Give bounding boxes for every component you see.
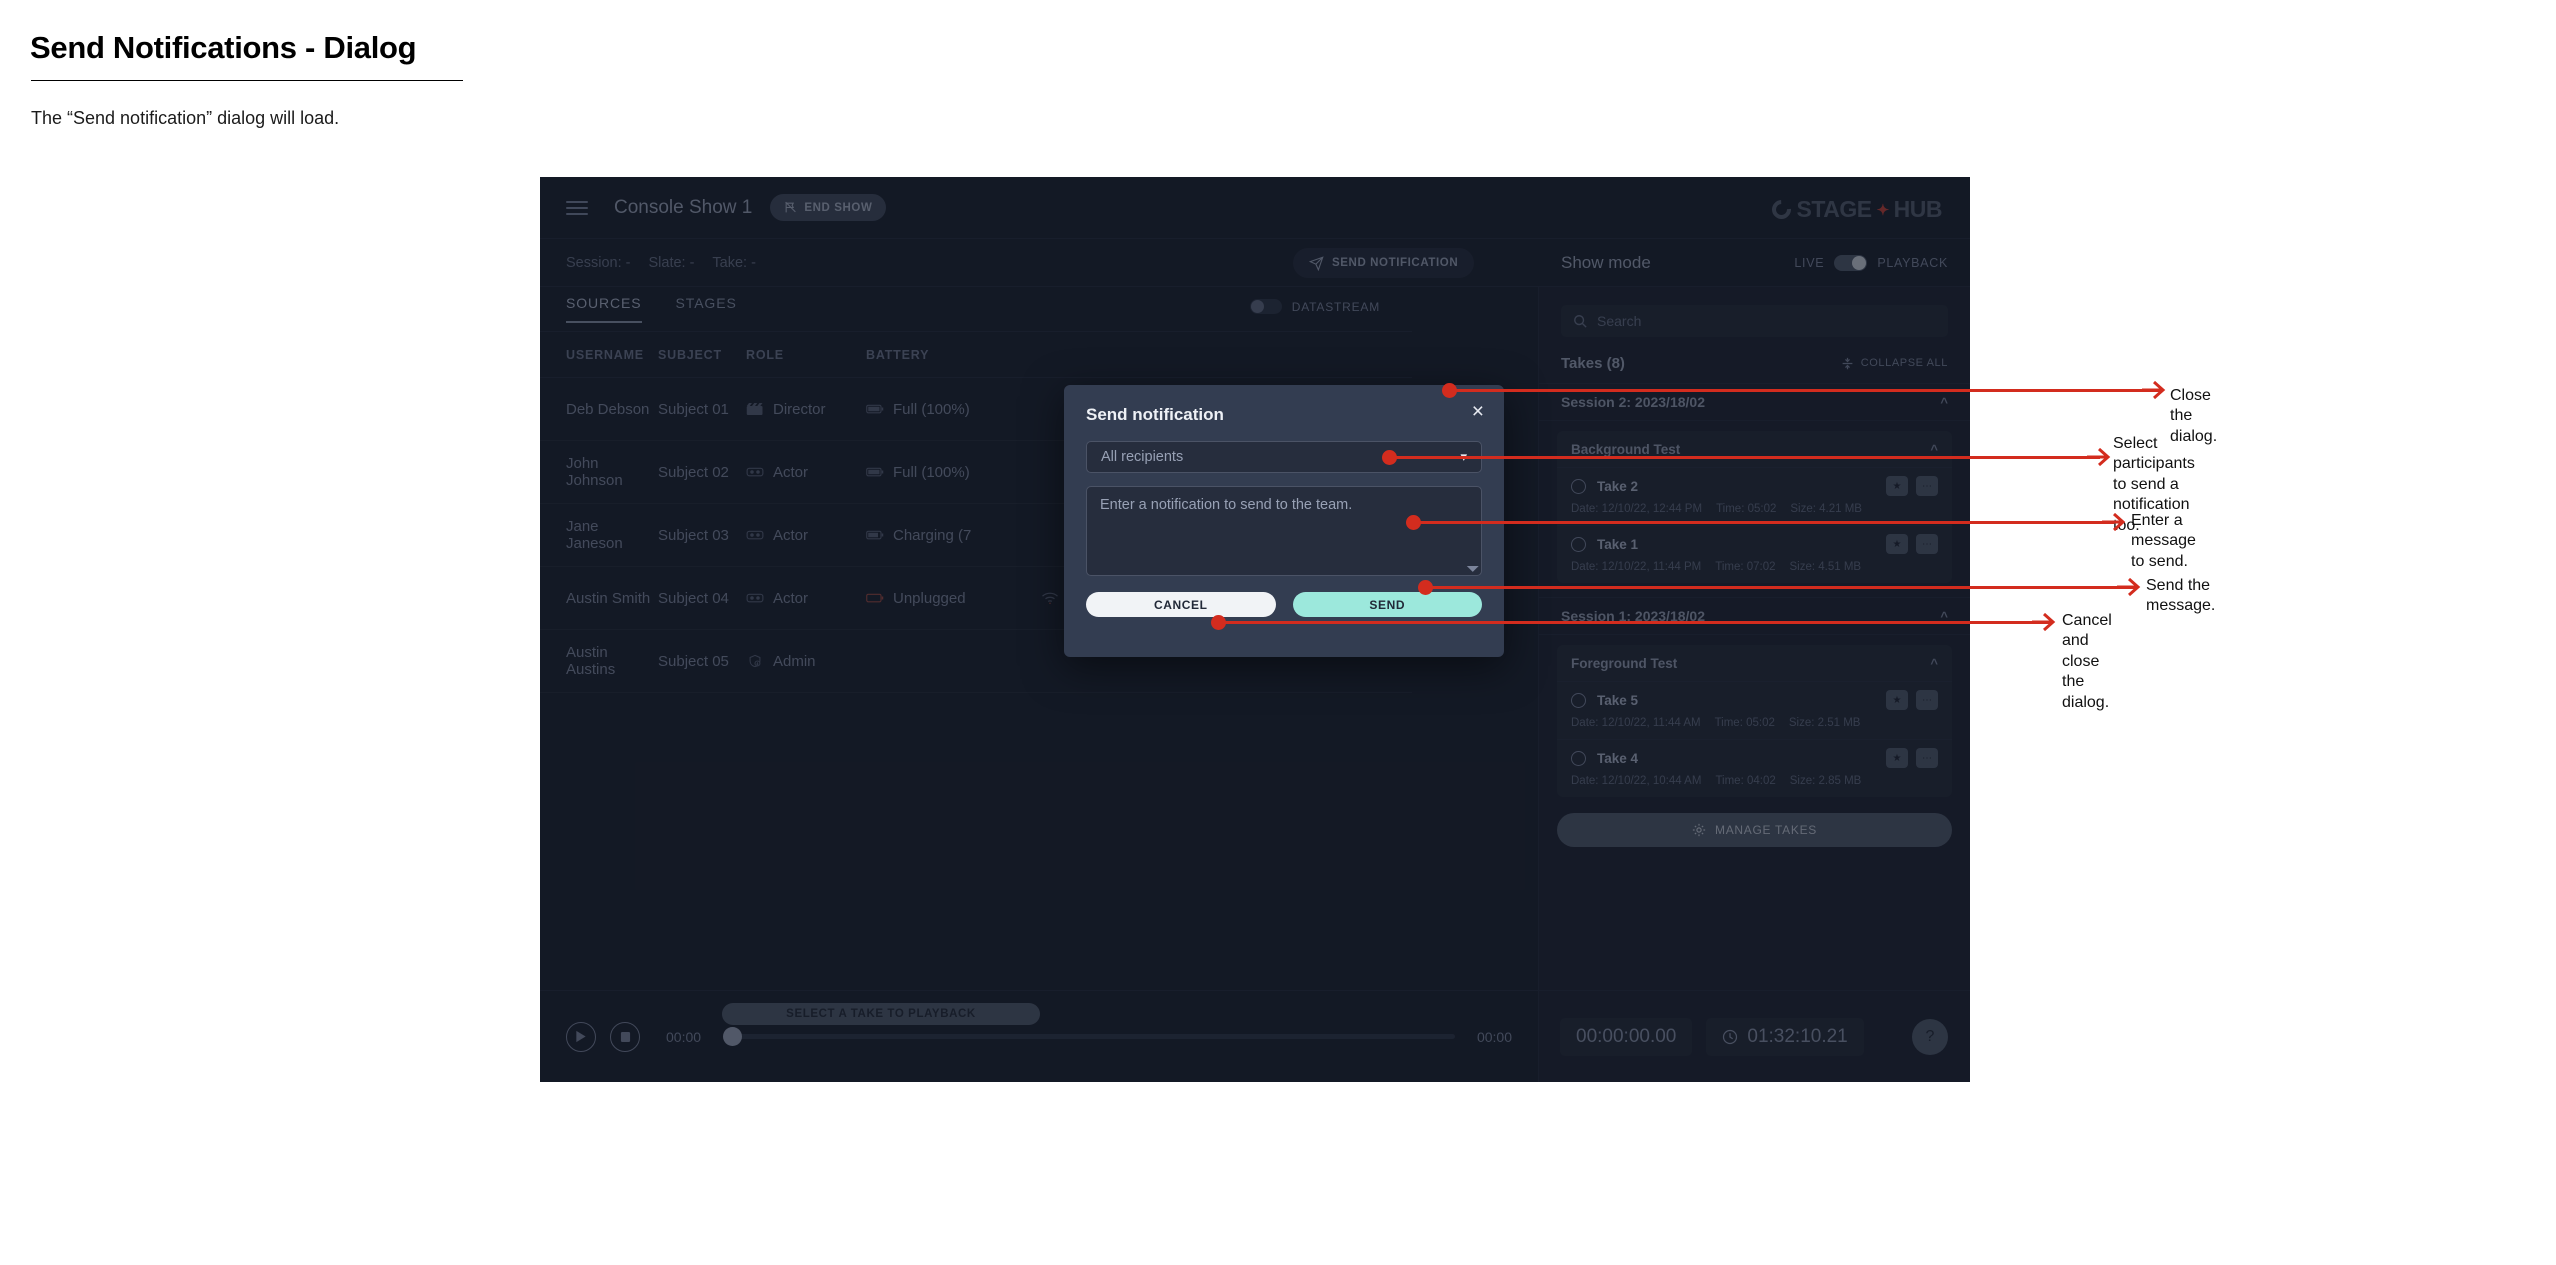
app-screenshot: Console Show 1 END SHOW STAGE ✦ HUB Sess… [540, 177, 1970, 1082]
title-divider [31, 80, 463, 81]
recipients-value: All recipients [1101, 449, 1184, 465]
message-input[interactable]: Enter a notification to send to the team… [1086, 486, 1482, 576]
page-title: Send Notifications - Dialog [30, 30, 417, 65]
annotation-line [1426, 586, 2136, 589]
annotation-arrow-icon [2142, 380, 2166, 400]
annotation-line [1414, 521, 2114, 524]
send-button[interactable]: SEND [1292, 592, 1482, 617]
annotation-arrow-icon [2032, 612, 2056, 632]
close-icon[interactable]: × [1472, 401, 1484, 422]
annotation-label: Enter a message to send. [2131, 512, 2196, 570]
annotation-line [1219, 621, 2049, 624]
annotation-arrow-icon [2102, 512, 2126, 532]
annotation-arrow-icon [2087, 447, 2111, 467]
annotation-line [1450, 389, 2160, 392]
dialog-title: Send notification [1086, 405, 1224, 424]
dialog-actions: CANCEL SEND [1086, 592, 1482, 617]
cancel-button[interactable]: CANCEL [1086, 592, 1276, 617]
message-placeholder: Enter a notification to send to the team… [1100, 497, 1353, 513]
annotation-line [1390, 456, 2100, 459]
annotation-arrow-icon [2117, 577, 2141, 597]
page-subtitle: The “Send notification” dialog will load… [31, 108, 340, 128]
annotation-label: Cancel and close the dialog. [2062, 612, 2112, 711]
resize-handle-icon[interactable]: ◢ [1465, 558, 1480, 573]
annotation-label: Send the message. [2146, 577, 2216, 615]
